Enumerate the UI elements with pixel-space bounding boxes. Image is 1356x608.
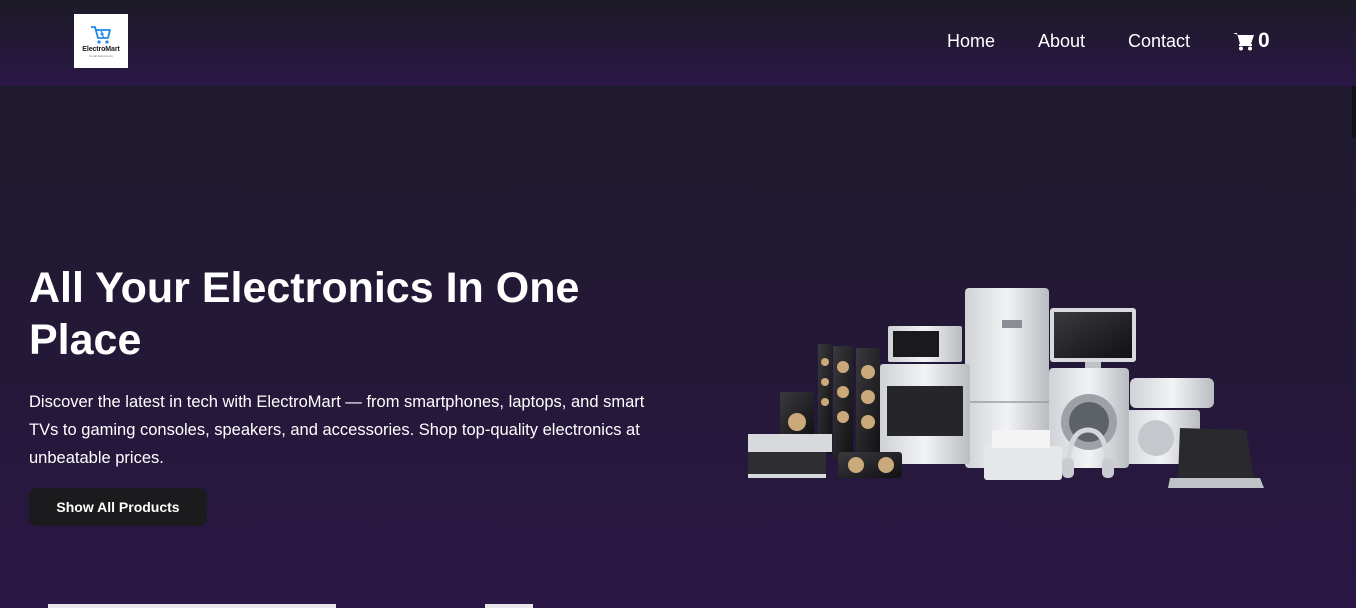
nav-about-link[interactable]: About	[1038, 31, 1085, 52]
next-section-edge	[48, 604, 336, 608]
nav-contact-link[interactable]: Contact	[1128, 31, 1190, 52]
scrollbar-edge	[1352, 86, 1356, 138]
cart-count: 0	[1258, 29, 1270, 52]
nav-home-link[interactable]: Home	[947, 31, 995, 52]
brand-name: ElectroMart	[82, 45, 120, 53]
electronics-collection-image	[748, 288, 1264, 488]
cart-button[interactable]: 0	[1233, 29, 1270, 53]
hero-description: Discover the latest in tech with Electro…	[29, 393, 645, 467]
brand-logo[interactable]: ElectroMart Smart Electronics	[74, 14, 128, 68]
shopping-cart-icon	[91, 25, 111, 44]
show-all-products-button[interactable]: Show All Products	[29, 488, 207, 526]
hero-title: All Your Electronics In One Place	[29, 264, 580, 364]
navbar: ElectroMart Smart Electronics Home About…	[0, 0, 1356, 86]
next-section-edge	[485, 604, 533, 608]
brand-tagline: Smart Electronics	[89, 53, 113, 58]
shopping-cart-icon	[1233, 33, 1254, 51]
